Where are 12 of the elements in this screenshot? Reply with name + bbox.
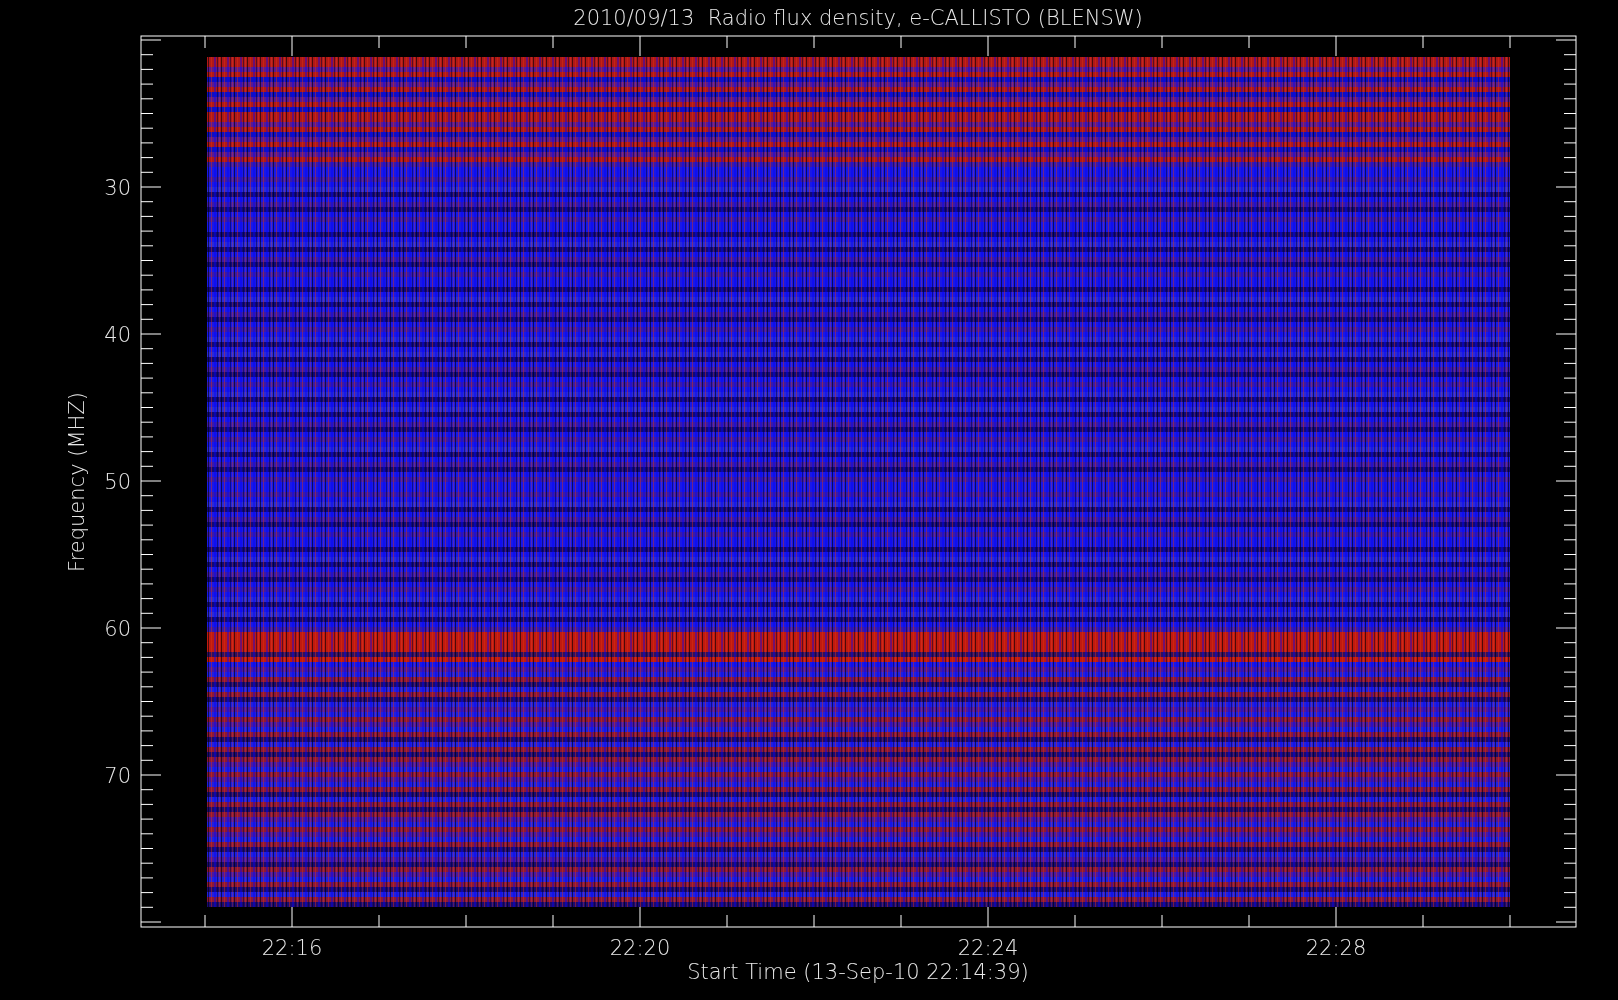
x-tick-label: 22:24 (957, 936, 1019, 960)
y-tick-label: 40 (104, 323, 131, 347)
y-tick-label: 30 (104, 176, 131, 200)
x-axis-label: Start Time (13-Sep-10 22:14:39) (687, 960, 1029, 984)
chart-title: 2010/09/13 Radio flux density, e-CALLISTO (BLENSW) (573, 6, 1143, 30)
y-axis-label: Frequency (MHZ) (65, 392, 89, 572)
x-tick-label: 22:28 (1305, 936, 1367, 960)
y-tick-label: 50 (104, 470, 131, 494)
x-tick-label: 22:16 (261, 936, 323, 960)
x-tick-label: 22:20 (609, 936, 671, 960)
y-tick-label: 60 (104, 617, 131, 641)
y-tick-label: 70 (104, 764, 131, 788)
